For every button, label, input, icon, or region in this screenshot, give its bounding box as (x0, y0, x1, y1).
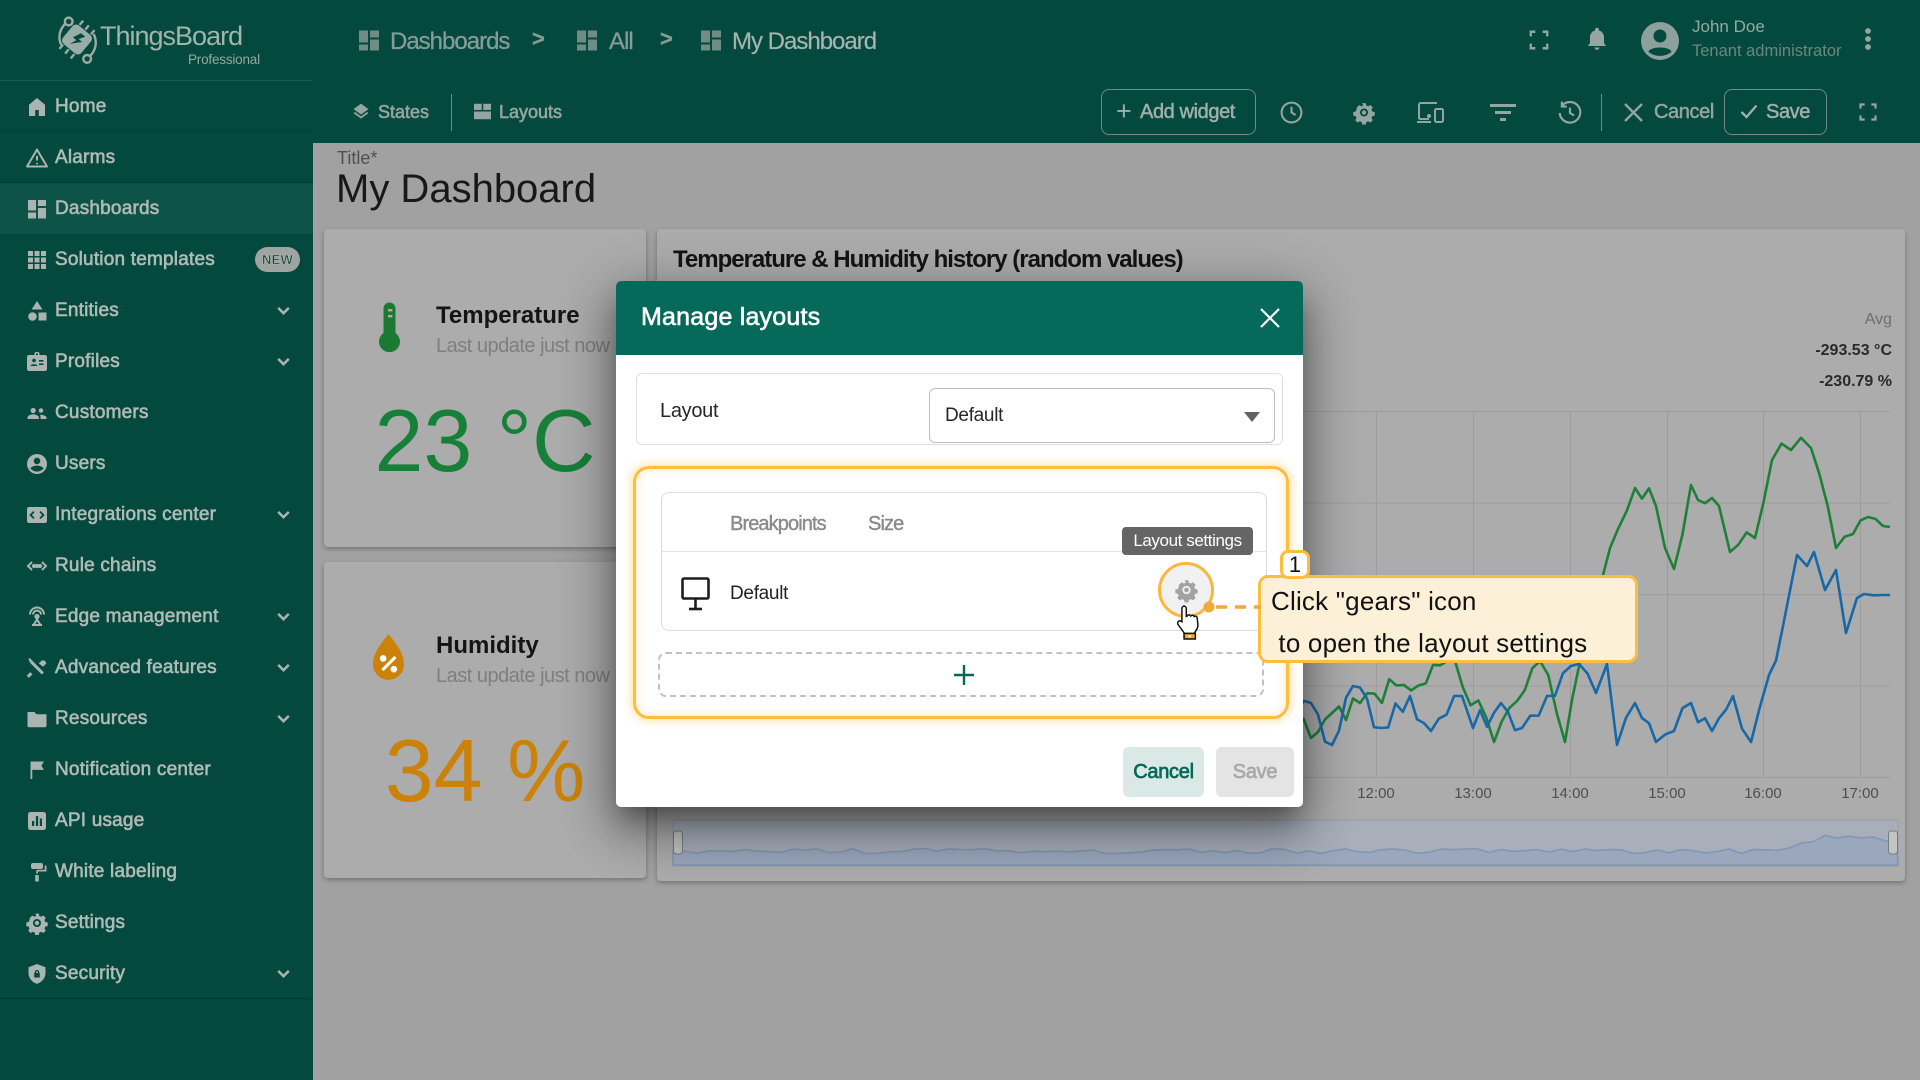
svg-text:17:00: 17:00 (1841, 785, 1879, 802)
svg-text:13:00: 13:00 (1454, 785, 1492, 802)
svg-text:12:00: 12:00 (1357, 785, 1395, 802)
svg-text:16:00: 16:00 (1744, 785, 1782, 802)
svg-text:15:00: 15:00 (1648, 785, 1686, 802)
svg-text:14:00: 14:00 (1551, 785, 1589, 802)
